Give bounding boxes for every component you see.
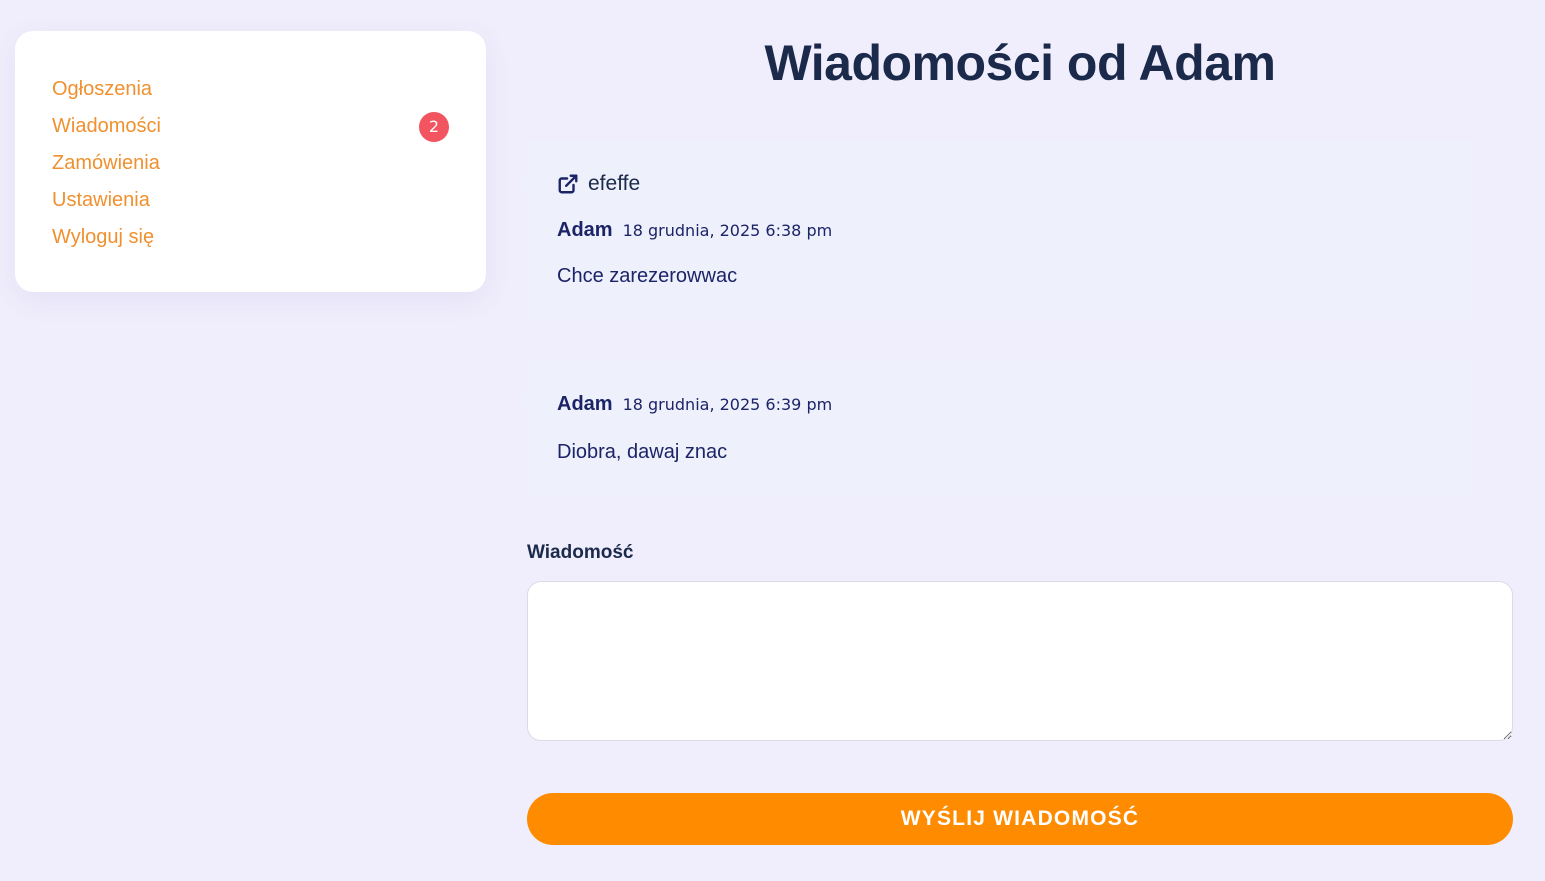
sidebar-item-zamowienia[interactable]: Zamówienia	[52, 145, 449, 182]
message-date: 18 grudnia, 2025 6:39 pm	[622, 395, 833, 414]
sidebar-item-label: Wyloguj się	[52, 226, 155, 248]
message-text: Chce zarezerowwac	[557, 265, 738, 287]
sidebar-item-label: Ustawienia	[52, 189, 150, 211]
main-content: Wiadomości od Adam efeffe Adam 18 grudni…	[519, 0, 1513, 881]
sidebar-item-ustawienia[interactable]: Ustawienia	[52, 182, 449, 219]
message-field-label: Wiadomość	[527, 542, 634, 563]
message-input[interactable]	[527, 581, 1513, 741]
unread-count-badge: 2	[419, 111, 449, 142]
sidebar-item-label: Zamówienia	[52, 152, 160, 174]
message-author: Adam	[557, 393, 613, 415]
sidebar-item-label: Wiadomości	[52, 115, 161, 137]
message-date: 18 grudnia, 2025 6:38 pm	[622, 221, 833, 240]
page-title: Wiadomości od Adam	[764, 35, 1276, 91]
message-meta: Adam 18 grudnia, 2025 6:39 pm	[557, 393, 832, 416]
external-link-icon	[558, 174, 578, 194]
message-bubble: efeffe Adam 18 grudnia, 2025 6:38 pm Chc…	[519, 141, 1473, 321]
listing-link[interactable]: efeffe	[557, 172, 640, 196]
message-author: Adam	[557, 219, 613, 241]
message-text: Diobra, dawaj znac	[557, 441, 728, 463]
message-bubble: Adam 18 grudnia, 2025 6:39 pm Diobra, da…	[519, 361, 1473, 496]
send-message-button[interactable]: WYŚLIJ WIADOMOŚĆ	[527, 793, 1513, 845]
sidebar-item-wiadomosci[interactable]: Wiadomości 2	[52, 108, 449, 145]
sidebar: Ogłoszenia Wiadomości 2 Zamówienia Ustaw…	[15, 31, 486, 292]
message-meta: Adam 18 grudnia, 2025 6:38 pm	[557, 219, 832, 242]
sidebar-item-ogloszenia[interactable]: Ogłoszenia	[52, 71, 449, 108]
listing-title: efeffe	[588, 172, 641, 195]
sidebar-item-label: Ogłoszenia	[52, 78, 153, 100]
sidebar-item-wyloguj[interactable]: Wyloguj się	[52, 219, 449, 256]
